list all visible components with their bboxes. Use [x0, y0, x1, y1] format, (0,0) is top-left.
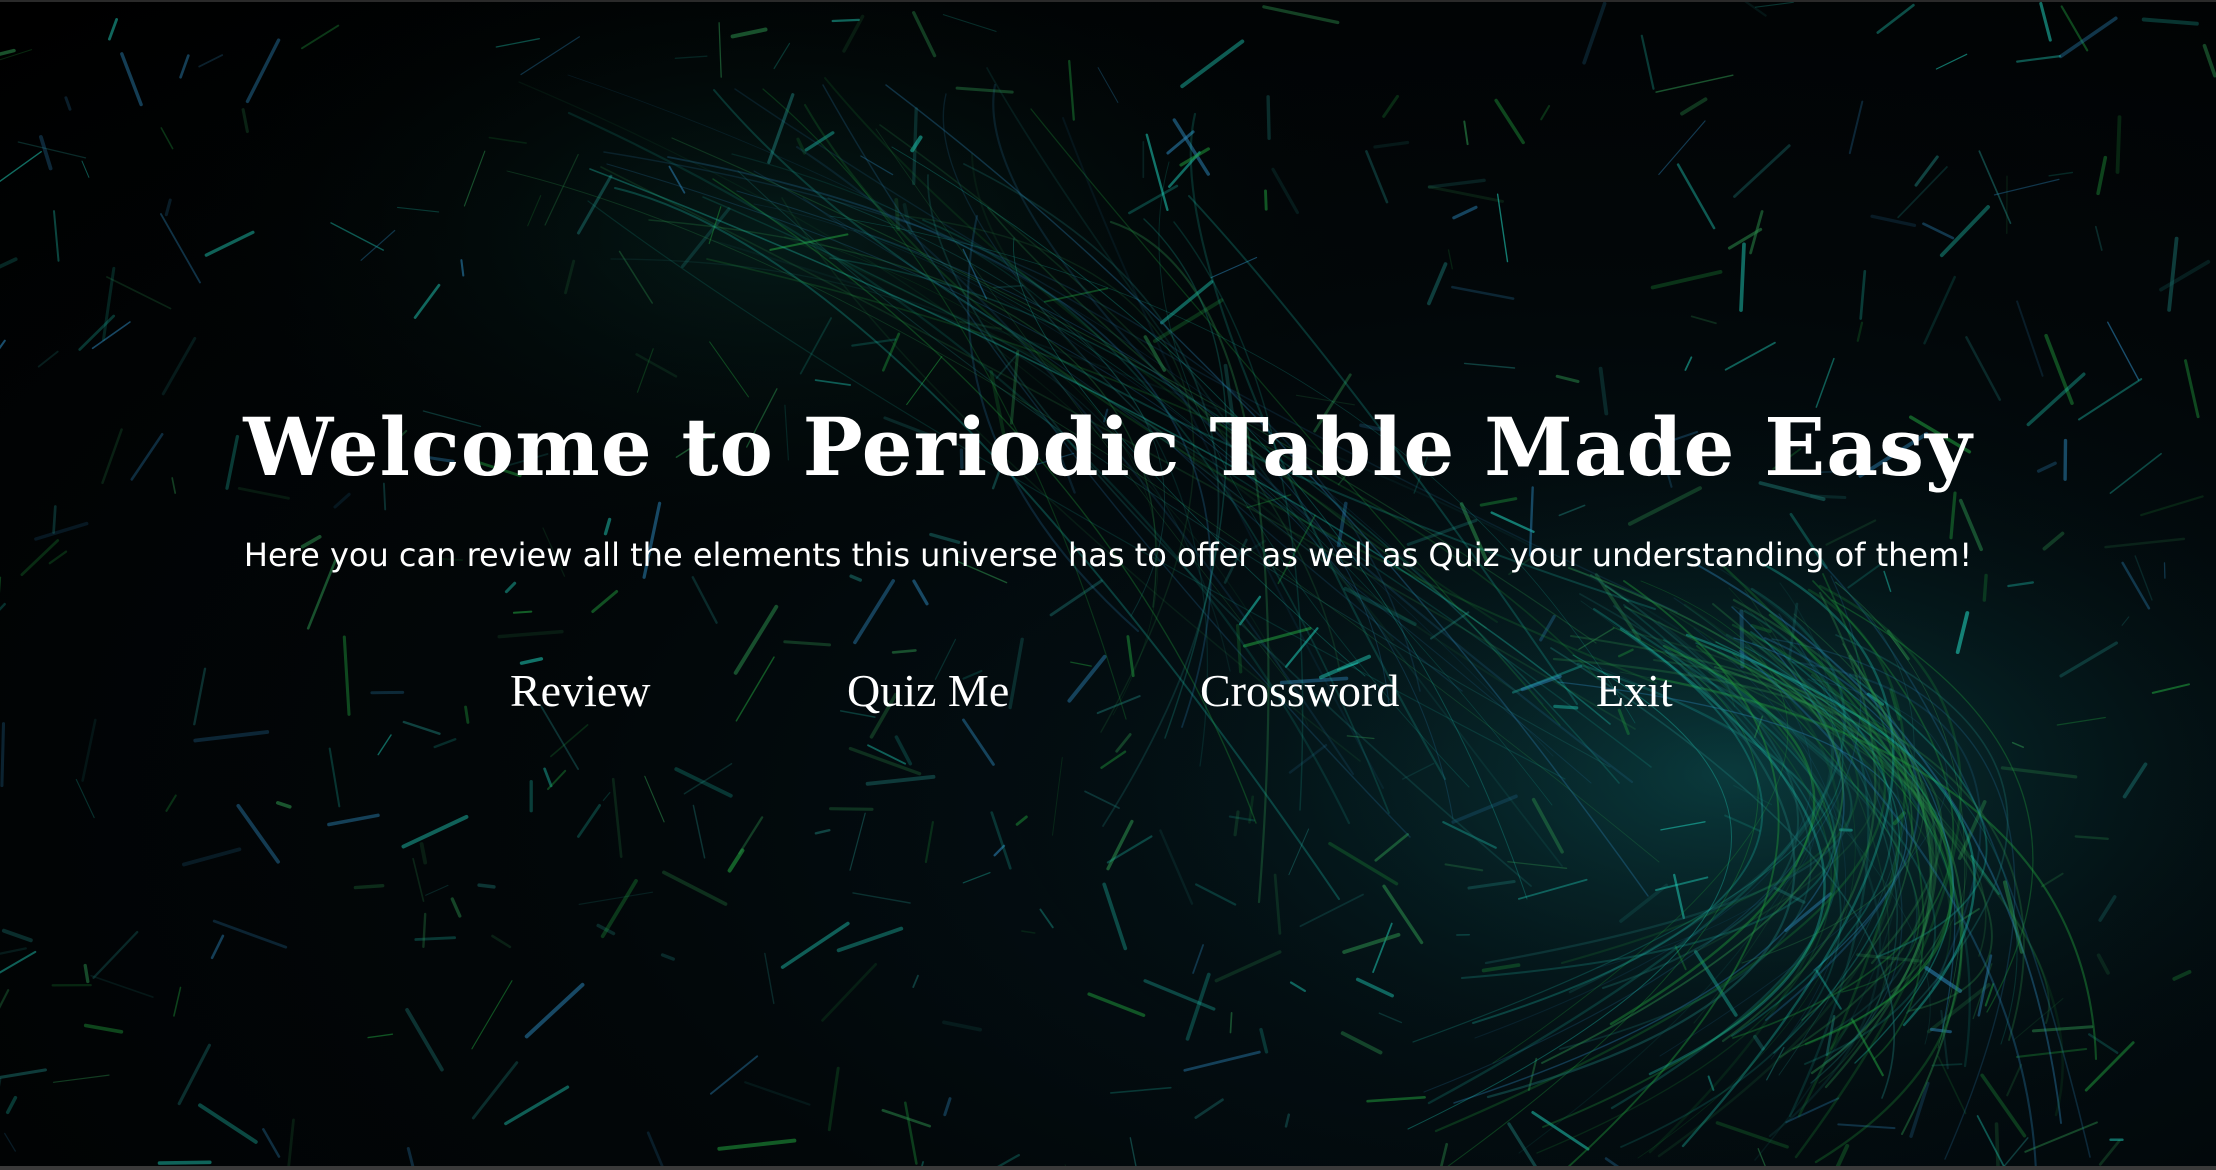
main-nav: Review Quiz Me Crossword Exit	[0, 664, 2216, 724]
welcome-screen: Welcome to Periodic Table Made Easy Here…	[0, 0, 2216, 1170]
quiz-me-button[interactable]: Quiz Me	[847, 664, 1009, 717]
page-title: Welcome to Periodic Table Made Easy	[243, 400, 1973, 494]
review-button[interactable]: Review	[510, 664, 651, 717]
exit-button[interactable]: Exit	[1596, 664, 1673, 717]
page-subtitle: Here you can review all the elements thi…	[243, 536, 1973, 574]
main-content: Welcome to Periodic Table Made Easy Here…	[0, 2, 2216, 1166]
crossword-button[interactable]: Crossword	[1200, 664, 1399, 717]
